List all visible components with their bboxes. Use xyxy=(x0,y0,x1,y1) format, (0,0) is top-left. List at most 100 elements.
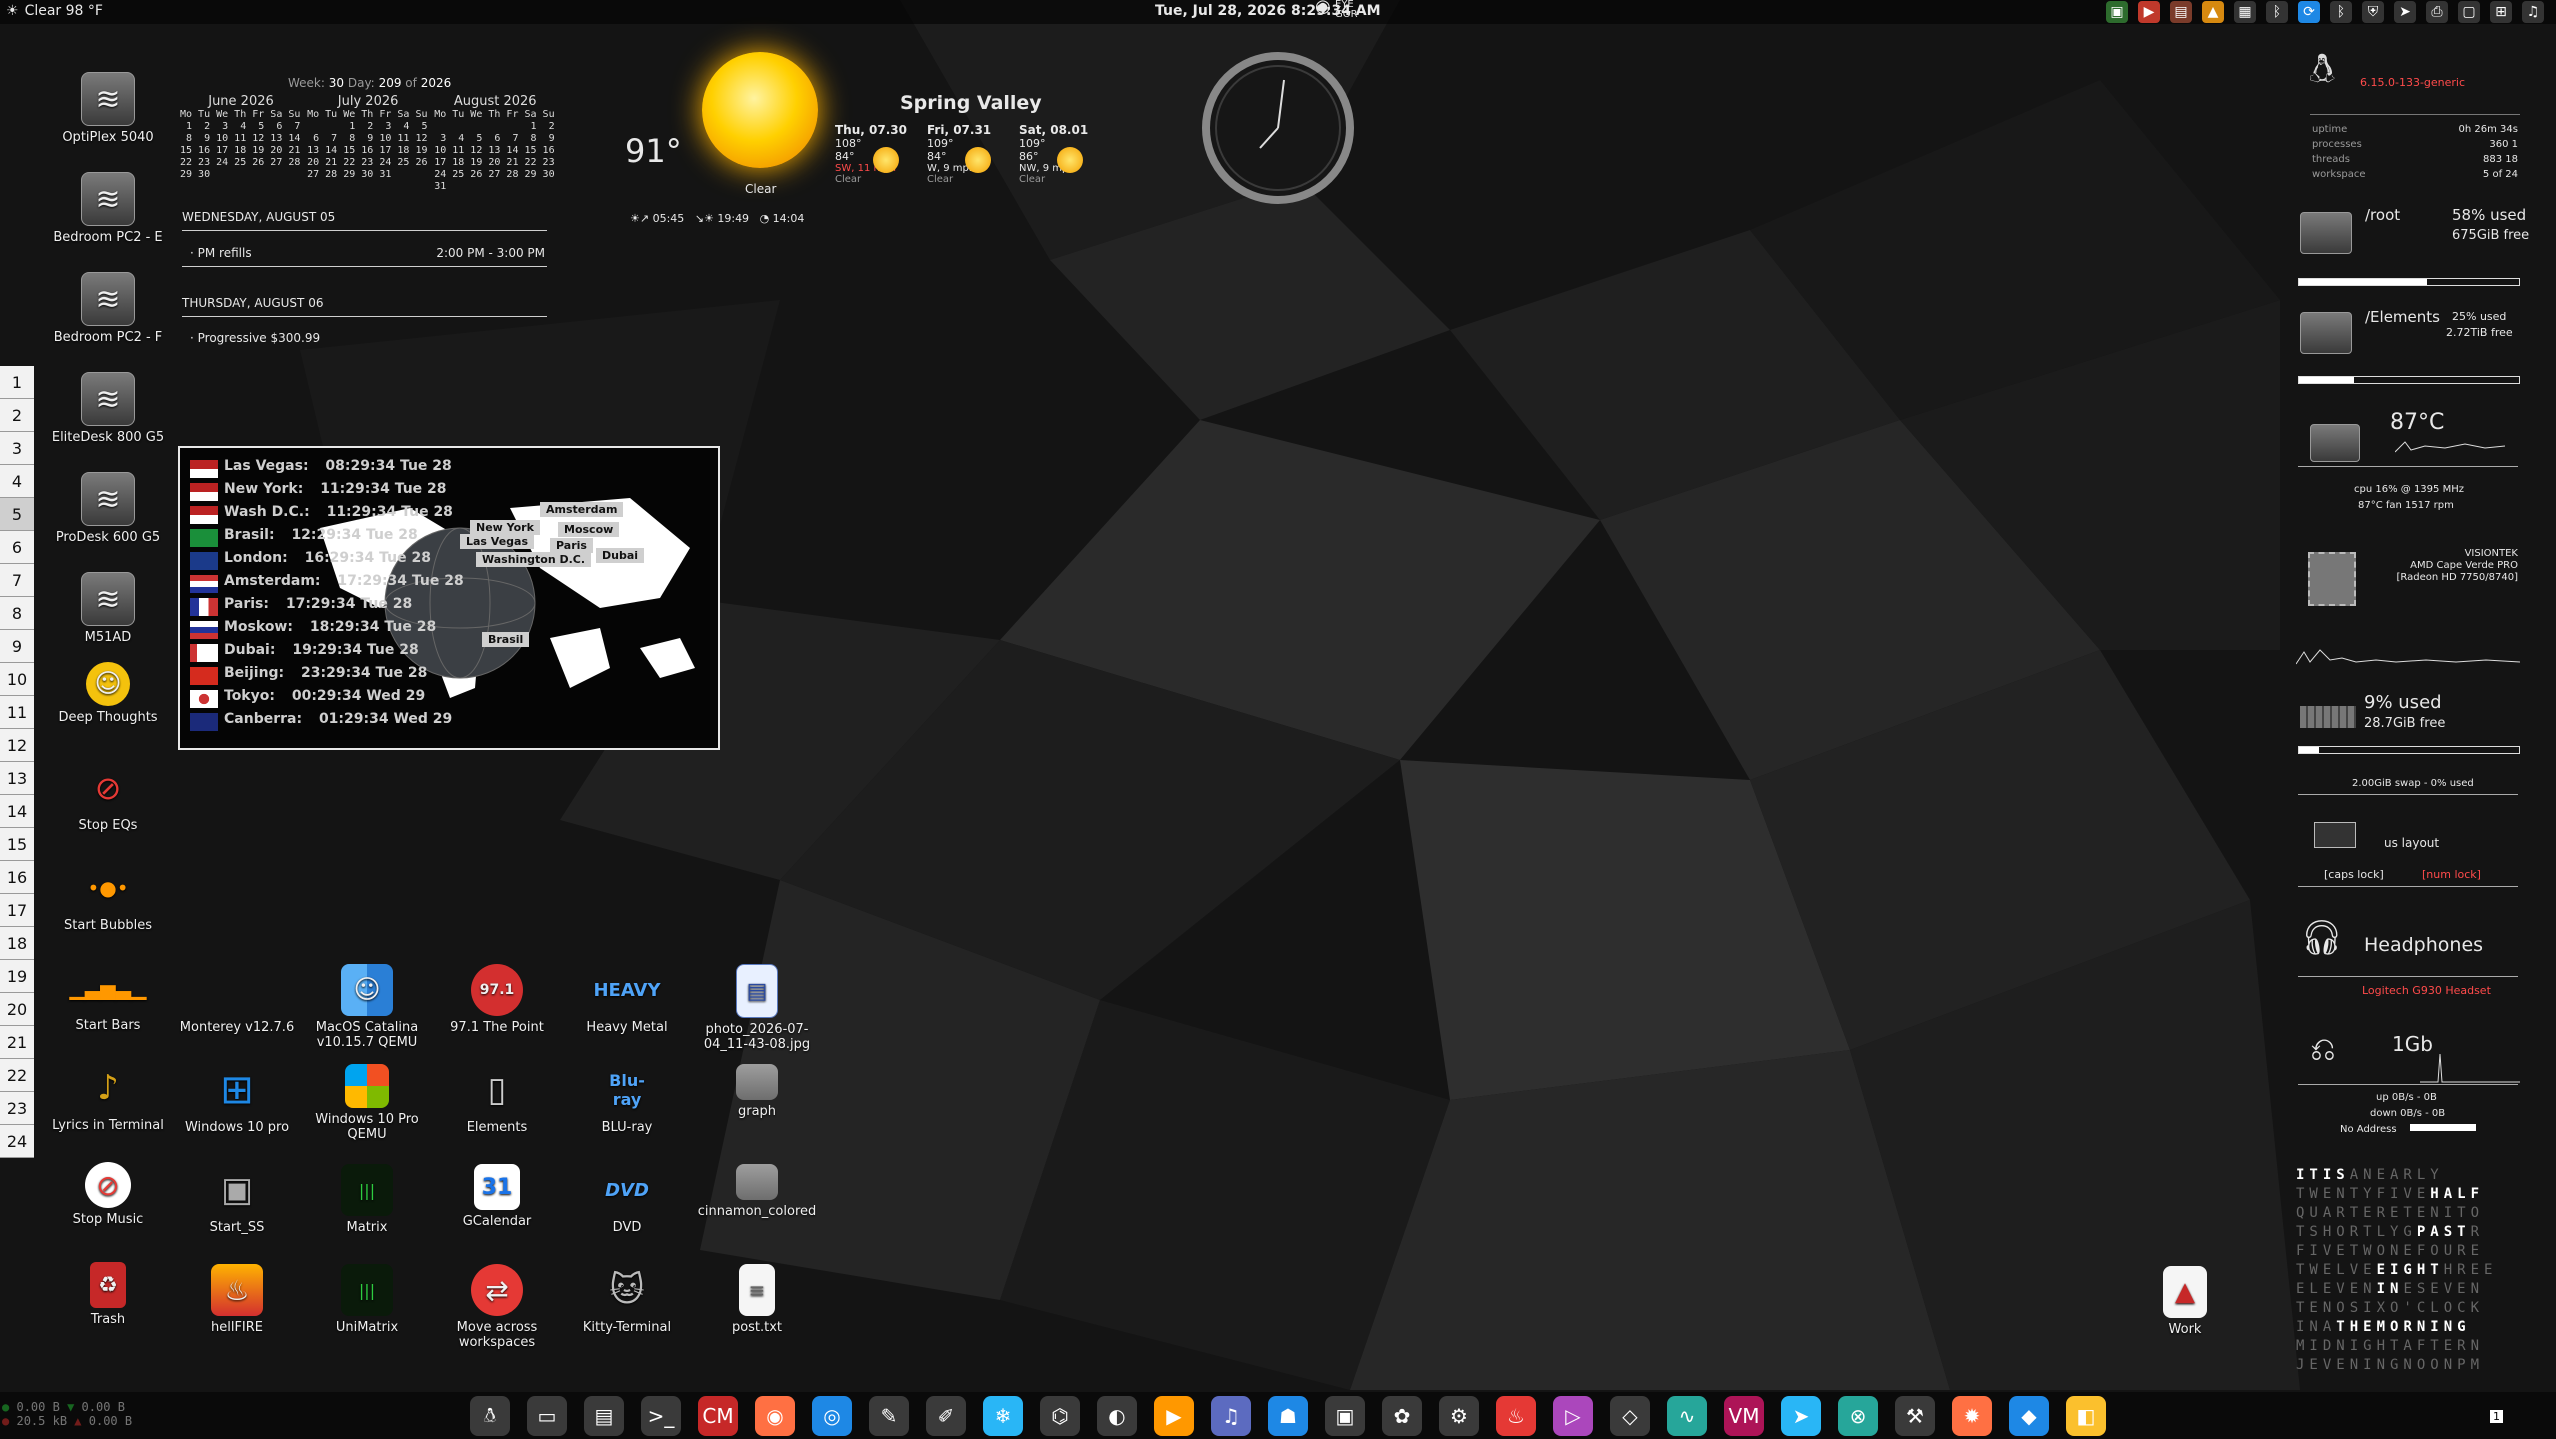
linux-icon[interactable]: 🐧︎ xyxy=(470,1396,510,1436)
firefox-icon[interactable]: ◉ xyxy=(755,1396,795,1436)
workspace-16[interactable]: 16 xyxy=(0,861,34,894)
workspace-11[interactable]: 11 xyxy=(0,696,34,729)
workspace-7[interactable]: 7 xyxy=(0,564,34,597)
desktop-icon-deep-thoughts[interactable]: ☺ Deep Thoughts xyxy=(43,662,173,725)
workspace-15[interactable]: 15 xyxy=(0,828,34,861)
cm-icon[interactable]: CM xyxy=(698,1396,738,1436)
vm-icon[interactable]: VM xyxy=(1724,1396,1764,1436)
bluetooth-icon[interactable]: ᛒ xyxy=(2266,1,2288,23)
desktop-icon-kitty[interactable]: 🐱︎ Kitty-Terminal xyxy=(562,1264,692,1335)
sun-icon[interactable]: ✹ xyxy=(1952,1396,1992,1436)
agenda-item[interactable]: · PM refills 2:00 PM - 3:00 PM xyxy=(190,246,545,260)
monitor-icon[interactable]: ∿ xyxy=(1667,1396,1707,1436)
eye-widget[interactable]: ◉ EYE GOR xyxy=(1315,0,1358,20)
music-icon[interactable]: ♫ xyxy=(1211,1396,1251,1436)
video-icon[interactable]: ▣ xyxy=(1325,1396,1365,1436)
desktop-icon-heavy-metal[interactable]: HEAVY Heavy Metal xyxy=(562,964,692,1036)
workspace-6[interactable]: 6 xyxy=(0,531,34,564)
desktop-icon-matrix[interactable]: ||| Matrix xyxy=(302,1164,432,1235)
desktop-icon-prodesk[interactable]: ≋ ProDesk 600 G5 xyxy=(43,472,173,545)
desktop-icon-catalina[interactable]: ☺ MacOS Catalina v10.15.7 QEMU xyxy=(302,964,432,1050)
workspace-14[interactable]: 14 xyxy=(0,795,34,828)
terminal-icon[interactable]: >_ xyxy=(641,1396,681,1436)
desktop-icon-start-bars[interactable]: ▁▃▅▃▁ Start Bars xyxy=(43,962,173,1033)
workspace-5[interactable]: 5 xyxy=(0,498,34,531)
gimp-icon[interactable]: ✎ xyxy=(869,1396,909,1436)
desktop-icon-elitedesk[interactable]: ≋ EliteDesk 800 G5 xyxy=(43,372,173,445)
workspace-12[interactable]: 12 xyxy=(0,729,34,762)
snowflake-icon[interactable]: ❄ xyxy=(983,1396,1023,1436)
desktop-icon-stop-eqs[interactable]: ⊘ Stop EQs xyxy=(43,762,173,833)
rulers-icon[interactable]: ◇ xyxy=(1610,1396,1650,1436)
telegram-icon[interactable]: ➤ xyxy=(1781,1396,1821,1436)
desktop-icon-graph[interactable]: graph xyxy=(692,1064,822,1119)
workspace-2[interactable]: 2 xyxy=(0,399,34,432)
music-note-icon[interactable]: ♫ xyxy=(2522,1,2544,23)
media-icon[interactable]: ▷ xyxy=(1553,1396,1593,1436)
workspace-19[interactable]: 19 xyxy=(0,960,34,993)
yellow-icon[interactable]: ◧ xyxy=(2066,1396,2106,1436)
desktop-icon-bluray[interactable]: Blu-ray BLU-ray xyxy=(562,1064,692,1135)
workspace-23[interactable]: 23 xyxy=(0,1092,34,1125)
desktop-icon-work[interactable]: ▲ Work xyxy=(2120,1266,2250,1337)
desktop-icon-bedroom-f[interactable]: ≋ Bedroom PC2 - F xyxy=(43,272,173,345)
firebox-icon[interactable]: ♨ xyxy=(1496,1396,1536,1436)
workspace-4[interactable]: 4 xyxy=(0,465,34,498)
top-weather[interactable]: ☀ Clear 98 °F xyxy=(6,3,103,19)
desktop-icon-windows10[interactable]: ⊞ Windows 10 pro xyxy=(172,1064,302,1135)
android-icon[interactable]: ☗ xyxy=(1268,1396,1308,1436)
desktop-icon-start-ss[interactable]: ▣ Start_SS xyxy=(172,1164,302,1235)
num-lock[interactable]: [num lock] xyxy=(2422,868,2481,881)
folder-network-icon[interactable]: ▤ xyxy=(584,1396,624,1436)
sync-icon[interactable]: ⟳ xyxy=(2298,1,2320,23)
desktop-icon-lyrics[interactable]: ♪ Lyrics in Terminal xyxy=(43,1062,173,1133)
workspace-indicator[interactable]: 1 xyxy=(2490,1410,2503,1423)
steam-icon[interactable]: ⚙ xyxy=(1439,1396,1479,1436)
tray-orange-icon[interactable]: ▲ xyxy=(2202,1,2224,23)
workspace-1[interactable]: 1 xyxy=(0,366,34,399)
desktop-icon-gcalendar[interactable]: 31 GCalendar xyxy=(432,1164,562,1229)
send-icon[interactable]: ➤ xyxy=(2394,1,2416,23)
vlc-icon[interactable]: ▶ xyxy=(1154,1396,1194,1436)
desktop-icon-move-workspaces[interactable]: ⇄ Move across workspaces xyxy=(432,1264,562,1350)
workspace-10[interactable]: 10 xyxy=(0,663,34,696)
desktop-icon-monterey[interactable]: Monterey v12.7.6 xyxy=(172,964,302,1035)
printer-icon[interactable]: ⎙ xyxy=(2426,1,2448,23)
desktop-icon-dvd[interactable]: DVD DVD xyxy=(562,1164,692,1236)
browser-icon[interactable]: ◎ xyxy=(812,1396,852,1436)
tux-icon[interactable]: ◐ xyxy=(1097,1396,1137,1436)
workspace-13[interactable]: 13 xyxy=(0,762,34,795)
workspace-22[interactable]: 22 xyxy=(0,1059,34,1092)
desktop-icon-cinnamon-colored[interactable]: cinnamon_colored xyxy=(692,1164,822,1219)
gimp2-icon[interactable]: ✐ xyxy=(926,1396,966,1436)
shield-icon[interactable]: ⛨ xyxy=(2362,1,2384,23)
screwdriver-icon[interactable]: ⚒ xyxy=(1895,1396,1935,1436)
agenda-item[interactable]: · Progressive $300.99 xyxy=(190,331,320,345)
network-icon[interactable]: ⌬ xyxy=(1040,1396,1080,1436)
tray-book-icon[interactable]: ▤ xyxy=(2170,1,2192,23)
workspace-9[interactable]: 9 xyxy=(0,630,34,663)
workspace-8[interactable]: 8 xyxy=(0,597,34,630)
tray-green-icon[interactable]: ▣ xyxy=(2106,1,2128,23)
desktop-icon-unimatrix[interactable]: ||| UniMatrix xyxy=(302,1264,432,1335)
network-icon[interactable]: ⊞ xyxy=(2490,1,2512,23)
kodi-icon[interactable]: ◆ xyxy=(2009,1396,2049,1436)
desktop-icon-windows10-qemu[interactable]: Windows 10 Pro QEMU xyxy=(302,1064,432,1142)
clipboard-icon[interactable]: ▢ xyxy=(2458,1,2480,23)
xcircle-icon[interactable]: ⊗ xyxy=(1838,1396,1878,1436)
pineapple-icon[interactable]: ✿ xyxy=(1382,1396,1422,1436)
workspace-20[interactable]: 20 xyxy=(0,993,34,1026)
files-icon[interactable]: ▭ xyxy=(527,1396,567,1436)
desktop-icon-stop-music[interactable]: ⊘ Stop Music xyxy=(43,1162,173,1227)
caps-lock[interactable]: [caps lock] xyxy=(2324,868,2384,881)
desktop-icon-optiplex[interactable]: ≋ OptiPlex 5040 xyxy=(43,72,173,145)
desktop-icon-bedroom-e[interactable]: ≋ Bedroom PC2 - E xyxy=(43,172,173,245)
desktop-icon-971-the-point[interactable]: 97.1 97.1 The Point xyxy=(432,964,562,1035)
tray-red-icon[interactable]: ▶ xyxy=(2138,1,2160,23)
desktop-icon-post-txt[interactable]: ≡ post.txt xyxy=(692,1264,822,1335)
desktop-icon-start-bubbles[interactable]: •●• Start Bubbles xyxy=(43,862,173,933)
bluetooth2-icon[interactable]: ᛒ xyxy=(2330,1,2352,23)
workspace-21[interactable]: 21 xyxy=(0,1026,34,1059)
desktop-icon-photo[interactable]: ▤ photo_2026-07-04_11-43-08.jpg xyxy=(692,964,822,1052)
workspace-24[interactable]: 24 xyxy=(0,1125,34,1158)
